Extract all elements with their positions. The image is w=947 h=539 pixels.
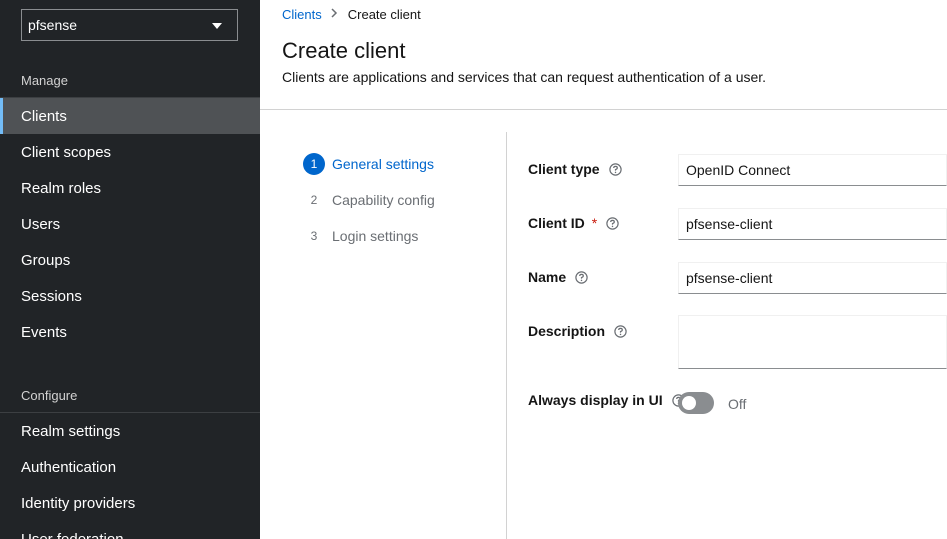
name-label-text: Name — [528, 269, 567, 285]
sidebar-item-realm-roles[interactable]: Realm roles — [0, 170, 260, 206]
wizard-step-login-settings[interactable]: 3 Login settings — [303, 225, 419, 247]
sidebar-item-label: Sessions — [21, 287, 82, 305]
step-label: Capability config — [332, 192, 435, 208]
help-circle-icon[interactable] — [614, 324, 627, 338]
step-label: General settings — [332, 156, 434, 172]
client-id-input[interactable]: pfsense-client — [678, 208, 947, 240]
sidebar-item-sessions[interactable]: Sessions — [0, 278, 260, 314]
nav-section-manage: Manage — [21, 73, 68, 88]
step-label: Login settings — [332, 228, 419, 244]
sidebar-item-identity-providers[interactable]: Identity providers — [0, 485, 260, 521]
chevron-right-icon — [331, 7, 338, 21]
sidebar-item-user-federation[interactable]: User federation — [0, 521, 260, 539]
help-circle-icon[interactable] — [608, 162, 622, 176]
step-number: 2 — [310, 193, 318, 207]
always-display-label: Always display in UI — [528, 392, 685, 408]
sidebar-item-label: Events — [21, 323, 67, 341]
sidebar-item-label: Users — [21, 215, 61, 233]
page-title: Create client — [282, 38, 406, 63]
toggle-knob — [682, 396, 696, 410]
sidebar: pfsense Manage Clients Client scopes Rea… — [0, 0, 260, 539]
sidebar-item-events[interactable]: Events — [0, 314, 260, 350]
description-textarea[interactable] — [678, 315, 947, 369]
sidebar-item-users[interactable]: Users — [0, 206, 260, 242]
sidebar-item-label: Groups — [21, 251, 71, 269]
breadcrumb: Clients Create client — [282, 6, 421, 22]
realm-selector-value: pfsense — [28, 17, 78, 33]
step-number: 1 — [303, 153, 325, 175]
sidebar-item-groups[interactable]: Groups — [0, 242, 260, 278]
help-circle-icon[interactable] — [606, 216, 619, 230]
wizard-steps: 1 General settings 2 Capability config 3… — [260, 132, 507, 539]
sidebar-item-realm-settings[interactable]: Realm settings — [0, 413, 260, 449]
step-number: 3 — [310, 229, 318, 243]
breadcrumb-current: Create client — [347, 6, 421, 22]
client-id-label-text: Client ID — [528, 215, 585, 231]
realm-selector[interactable]: pfsense — [21, 9, 238, 41]
client-type-select[interactable]: OpenID Connect — [678, 154, 947, 186]
always-display-toggle[interactable] — [678, 392, 714, 414]
nav-section-configure: Configure — [21, 388, 78, 403]
wizard-step-general-settings[interactable]: 1 General settings — [303, 153, 434, 175]
sidebar-item-label: User federation — [21, 530, 124, 539]
always-display-state: Off — [728, 396, 747, 412]
sidebar-item-label: Identity providers — [21, 494, 136, 512]
sidebar-item-clients[interactable]: Clients — [0, 98, 260, 134]
name-label: Name — [528, 269, 588, 285]
description-label-text: Description — [528, 323, 606, 339]
always-display-label-text: Always display in UI — [528, 392, 663, 408]
breadcrumb-link-clients[interactable]: Clients — [282, 7, 322, 22]
client-type-label: Client type — [528, 161, 622, 177]
main-content: Clients Create client Create client Clie… — [260, 0, 947, 539]
sidebar-item-label: Clients — [21, 107, 67, 125]
sidebar-item-label: Realm settings — [21, 422, 121, 440]
name-input[interactable]: pfsense-client — [678, 262, 947, 294]
wizard-step-capability-config[interactable]: 2 Capability config — [303, 189, 435, 211]
help-circle-icon[interactable] — [575, 270, 588, 284]
description-label: Description — [528, 323, 627, 339]
sidebar-item-label: Client scopes — [21, 143, 112, 161]
sidebar-item-label: Realm roles — [21, 179, 102, 197]
caret-down-icon — [212, 23, 222, 29]
sidebar-item-client-scopes[interactable]: Client scopes — [0, 134, 260, 170]
sidebar-item-authentication[interactable]: Authentication — [0, 449, 260, 485]
header-divider — [260, 109, 947, 110]
sidebar-item-label: Authentication — [21, 458, 117, 476]
required-mark: * — [591, 215, 598, 231]
client-type-label-text: Client type — [528, 161, 600, 177]
page-description: Clients are applications and services th… — [282, 69, 767, 85]
client-id-label: Client ID * — [528, 215, 619, 231]
